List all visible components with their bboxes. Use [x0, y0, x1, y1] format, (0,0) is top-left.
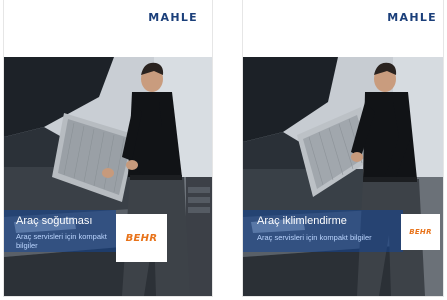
behr-logo-text: BEHR — [409, 228, 432, 236]
mahle-logo: MAHLE — [148, 11, 198, 24]
brochure-title: Araç iklimlendirme — [257, 215, 347, 227]
behr-logo: BEHR — [401, 214, 440, 250]
brochure-air-conditioning[interactable]: MAHLE Araç iklimlendirme Araç servisleri… — [243, 0, 443, 296]
brochure-cooling[interactable]: MAHLE Araç soğutması Araç servisleri içi… — [4, 0, 212, 296]
title-panel: Araç iklimlendirme Araç servisleri için … — [243, 210, 403, 252]
cover-photo — [4, 57, 212, 296]
behr-logo-text: BEHR — [125, 232, 158, 244]
brochure-subtitle: Araç servisleri için kompakt bilgiler — [257, 233, 372, 242]
brochure-subtitle: Araç servisleri için kompakt bilgiler — [16, 232, 107, 250]
title-panel: Araç soğutması Araç servisleri için komp… — [4, 210, 116, 252]
behr-logo: BEHR — [116, 214, 167, 262]
brochure-gallery: MAHLE Araç soğutması Araç servisleri içi… — [0, 0, 447, 300]
brochure-title: Araç soğutması — [16, 215, 93, 227]
mahle-logo: MAHLE — [387, 11, 437, 24]
cover-photo — [243, 57, 443, 296]
